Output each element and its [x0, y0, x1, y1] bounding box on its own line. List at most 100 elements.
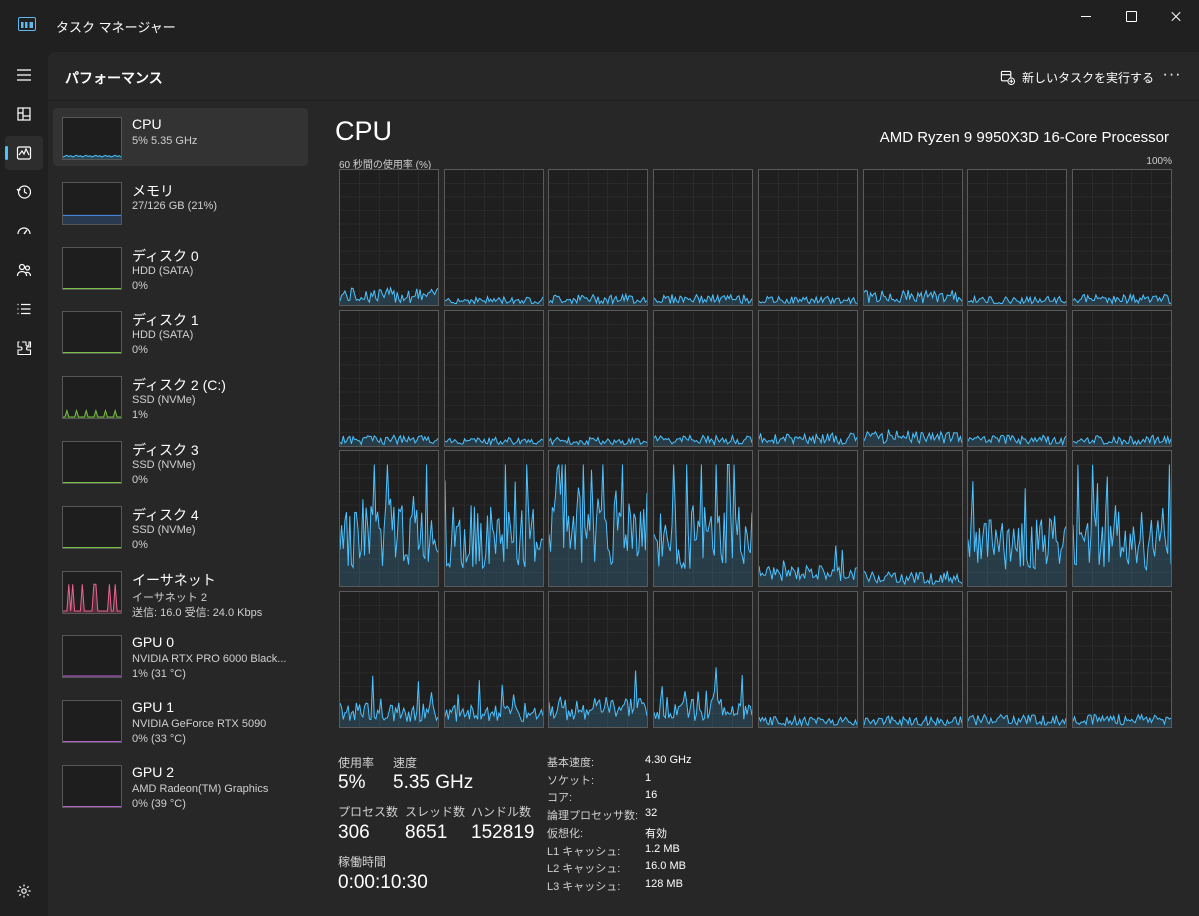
spec-label: 基本速度: — [547, 757, 595, 769]
spec-value: 32 — [645, 807, 658, 820]
device-item-ethernet[interactable]: イーサネット イーサネット 2 送信: 16.0 受信: 24.0 Kbps — [53, 562, 308, 620]
logical-processor-graph — [1071, 450, 1172, 587]
logical-processor-graph — [548, 590, 649, 728]
more-options-button[interactable]: ··· — [1158, 64, 1186, 88]
spec-value: 16.0 MB — [645, 860, 686, 873]
logical-processor-graph — [548, 169, 649, 306]
logical-processor-graph — [757, 309, 858, 447]
device-thumbnail-graph — [62, 441, 122, 484]
spec-value: 1 — [645, 771, 652, 784]
logical-processor-graph — [339, 450, 439, 587]
device-name: ディスク 2 (C:) — [132, 377, 226, 394]
device-item-disk-4[interactable]: ディスク 4 SSD (NVMe) 0% — [53, 497, 308, 555]
nav-rail — [0, 52, 48, 916]
device-name: GPU 2 — [132, 764, 175, 780]
device-detail: SSD (NVMe) — [132, 523, 196, 536]
logical-processor-graph — [339, 309, 439, 447]
device-detail: HDD (SATA) — [132, 264, 194, 277]
device-detail: SSD (NVMe) — [132, 394, 196, 407]
logical-processor-graph — [1071, 590, 1172, 728]
maximize-button[interactable] — [1108, 0, 1154, 32]
device-name: ディスク 0 — [132, 247, 199, 264]
logical-processor-graph — [757, 450, 858, 587]
device-name: ディスク 1 — [132, 312, 199, 329]
device-detail: NVIDIA GeForce RTX 5090 — [132, 718, 267, 731]
logical-processor-graph — [1071, 169, 1172, 306]
speed-label: 速度 — [393, 756, 418, 770]
startup-apps-icon[interactable] — [5, 214, 43, 248]
device-item-gpu-0[interactable]: GPU 0 NVIDIA RTX PRO 6000 Black... 1% (31 … — [53, 626, 308, 684]
threads-value: 8651 — [405, 822, 448, 843]
device-name: ディスク 4 — [132, 506, 199, 523]
minimize-button[interactable] — [1063, 0, 1109, 32]
spec-label: L1 キャッシュ: — [547, 845, 621, 858]
spec-value: 1.2 MB — [645, 842, 680, 855]
logical-processor-graph — [757, 590, 858, 728]
hamburger-menu-icon[interactable] — [5, 58, 43, 92]
device-detail: AMD Radeon(TM) Graphics — [132, 783, 269, 795]
device-item-gpu-2[interactable]: GPU 2 AMD Radeon(TM) Graphics 0% (39 °C) — [53, 756, 308, 814]
logical-processor-graph — [862, 169, 963, 306]
device-thumbnail-graph — [62, 700, 122, 744]
utilization-label: 使用率 — [338, 756, 375, 770]
device-thumbnail-graph — [62, 376, 122, 420]
main-panel: パフォーマンス 新しいタスクを実行する ··· CPU 5% 5.35 GHz メモ… — [48, 52, 1199, 916]
device-thumbnail-graph — [62, 570, 122, 614]
graph-max-label: 100% — [1146, 156, 1172, 167]
device-name: GPU 1 — [132, 699, 175, 716]
details-icon[interactable] — [5, 292, 43, 326]
performance-icon[interactable] — [5, 136, 43, 170]
device-name: GPU 0 — [132, 634, 175, 651]
device-detail: イーサネット 2 — [132, 591, 207, 604]
logical-processor-graph — [653, 450, 754, 587]
device-detail: HDD (SATA) — [132, 329, 194, 342]
device-usage: 0% (33 °C) — [132, 733, 186, 746]
handles-value: 152819 — [471, 822, 535, 843]
spec-label: ソケット: — [547, 774, 595, 787]
device-name: イーサネット — [132, 571, 216, 588]
services-icon[interactable] — [5, 331, 43, 365]
device-name: ディスク 3 — [132, 442, 199, 458]
device-item-cpu[interactable]: CPU 5% 5.35 GHz — [53, 108, 308, 166]
spec-value: 有効 — [645, 827, 667, 840]
device-usage: 0% — [132, 344, 148, 357]
device-item-disk-3[interactable]: ディスク 3 SSD (NVMe) 0% — [53, 432, 308, 490]
device-thumbnail-graph — [62, 635, 122, 679]
title-bar[interactable]: タスク マネージャー — [0, 0, 1199, 52]
run-new-task-button[interactable]: 新しいタスクを実行する — [1000, 66, 1154, 88]
spec-label: 仮想化: — [547, 827, 584, 840]
logical-processor-graph — [862, 309, 963, 447]
device-item-disk-2[interactable]: ディスク 2 (C:) SSD (NVMe) 1% — [53, 367, 308, 425]
device-usage: 1% (31 °C) — [132, 668, 186, 681]
close-button[interactable] — [1153, 0, 1199, 32]
settings-icon[interactable] — [5, 874, 43, 908]
device-thumbnail-graph — [62, 311, 122, 355]
handles-label: ハンドル数 — [471, 805, 532, 819]
device-detail: NVIDIA RTX PRO 6000 Black... — [132, 653, 287, 666]
users-icon[interactable] — [5, 253, 43, 287]
device-item-memory[interactable]: メモリ 27/126 GB (21%) — [53, 173, 308, 231]
device-item-disk-1[interactable]: ディスク 1 HDD (SATA) 0% — [53, 302, 308, 360]
spec-label: 論理プロセッサ数: — [547, 810, 639, 823]
device-detail: 27/126 GB (21%) — [132, 199, 217, 212]
logical-processor-graph — [967, 450, 1068, 587]
processes-icon[interactable] — [5, 97, 43, 131]
threads-label: スレッド数 — [405, 805, 466, 819]
device-thumbnail-graph — [62, 765, 122, 808]
page-title: パフォーマンス — [65, 70, 163, 86]
logical-processor-graph — [653, 309, 754, 447]
logical-processor-graph — [1071, 309, 1172, 447]
device-item-gpu-1[interactable]: GPU 1 NVIDIA GeForce RTX 5090 0% (33 °C) — [53, 691, 308, 749]
logical-processor-graph — [339, 590, 439, 728]
device-thumbnail-graph — [62, 246, 122, 290]
spec-value: 4.30 GHz — [645, 754, 692, 766]
app-history-icon[interactable] — [5, 175, 43, 209]
logical-processor-graph — [443, 590, 544, 728]
device-usage: 1% — [132, 409, 148, 422]
device-name: メモリ — [132, 182, 174, 199]
cpu-title: CPU — [335, 116, 393, 146]
device-thumbnail-graph — [62, 117, 122, 160]
logical-processor-graph — [443, 309, 544, 447]
logical-processor-graph — [862, 450, 963, 587]
device-item-disk-0[interactable]: ディスク 0 HDD (SATA) 0% — [53, 238, 308, 296]
